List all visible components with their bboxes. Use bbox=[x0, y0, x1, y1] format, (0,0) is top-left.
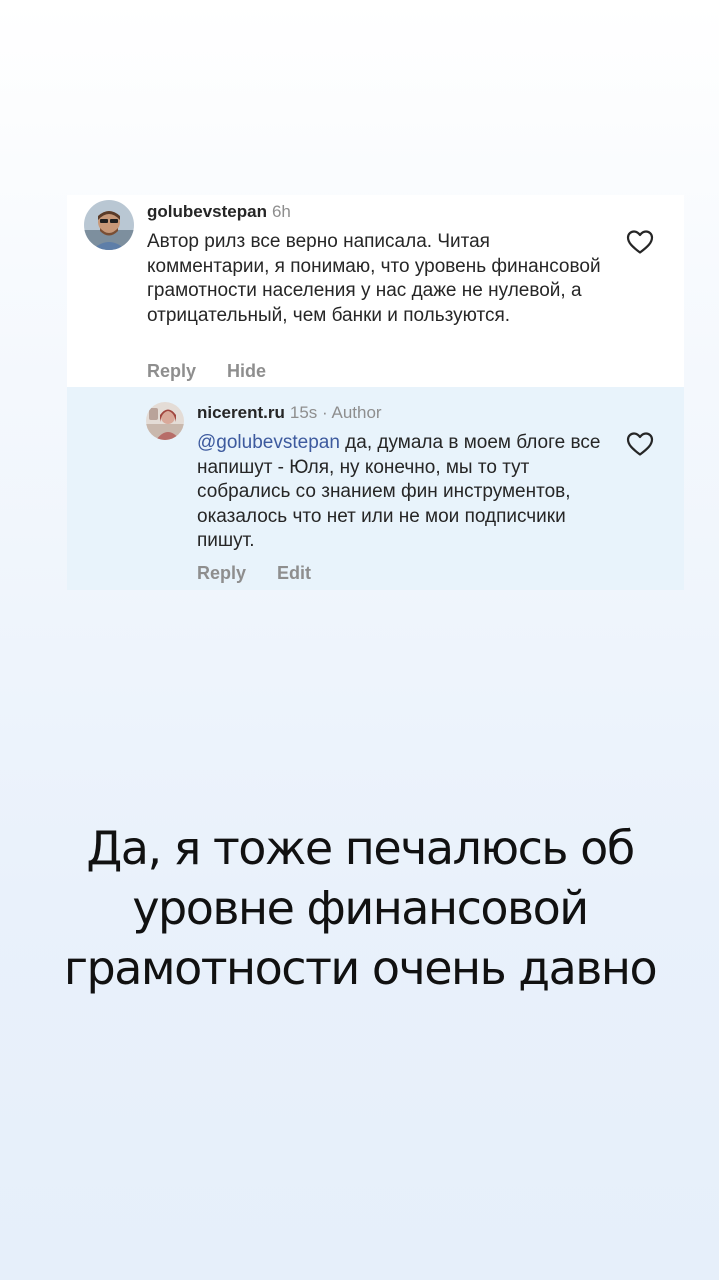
meta-separator: · bbox=[322, 403, 328, 422]
author-badge: Author bbox=[331, 403, 382, 422]
reply-time: 15s bbox=[289, 403, 318, 422]
comment-actions: Reply Hide bbox=[147, 361, 266, 382]
hide-button[interactable]: Hide bbox=[227, 361, 266, 382]
heart-outline-icon[interactable] bbox=[626, 229, 654, 255]
reply-meta: nicerent.ru 15s · Author bbox=[197, 403, 382, 423]
comment-time: 6h bbox=[271, 202, 291, 221]
comment-meta: golubevstepan 6h bbox=[147, 202, 291, 222]
reply-actions: Reply Edit bbox=[197, 563, 311, 584]
reply-button[interactable]: Reply bbox=[147, 361, 196, 382]
comments-card: golubevstepan 6h Автор рилз все верно нап… bbox=[67, 195, 684, 590]
reply-username[interactable]: nicerent.ru bbox=[197, 403, 285, 422]
avatar-golubevstepan[interactable] bbox=[84, 200, 134, 250]
reply-text: @golubevstepan да, думала в моем блоге в… bbox=[197, 431, 607, 554]
mention-link[interactable]: @golubevstepan bbox=[197, 432, 340, 453]
avatar-nicerent[interactable] bbox=[146, 402, 184, 440]
comment-text: Автор рилз все верно написала. Читая ком… bbox=[147, 231, 601, 326]
heart-outline-icon[interactable] bbox=[626, 431, 654, 457]
edit-button[interactable]: Edit bbox=[277, 563, 311, 584]
story-caption: Да, я тоже печалюсь об уровне финансовой… bbox=[63, 821, 658, 995]
reply-button[interactable]: Reply bbox=[197, 563, 246, 584]
comment-username[interactable]: golubevstepan bbox=[147, 202, 267, 221]
